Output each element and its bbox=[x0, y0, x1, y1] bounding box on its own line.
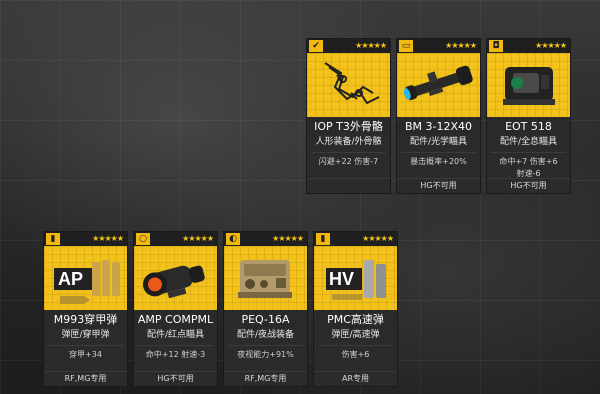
red-dot-icon: ○ bbox=[136, 233, 150, 245]
rarity-stars: ★★★★★ bbox=[355, 41, 387, 50]
equipment-stat: 伤害+6 bbox=[341, 350, 370, 359]
equipment-name: M993穿甲弹 bbox=[44, 311, 127, 329]
rarity-stars: ★★★★★ bbox=[182, 234, 214, 243]
equipment-name: PMC高速弹 bbox=[314, 311, 397, 329]
divider bbox=[311, 152, 386, 153]
equipment-restriction: RF,MG专用 bbox=[44, 371, 127, 386]
card-header: ◘ ★★★★★ bbox=[487, 39, 570, 53]
equipment-image-exoskeleton bbox=[307, 53, 390, 117]
equipment-restriction: AR专用 bbox=[314, 371, 397, 386]
divider bbox=[48, 345, 123, 346]
card-header: ▭ ★★★★★ bbox=[397, 39, 480, 53]
divider bbox=[401, 152, 476, 153]
equipment-image-hv-ammo: HV bbox=[314, 246, 397, 310]
equipment-category: 弹匣/高速弹 bbox=[331, 330, 380, 340]
equipment-image-laser-module bbox=[224, 246, 307, 310]
rarity-stars: ★★★★★ bbox=[92, 234, 124, 243]
equipment-stat: 命中+12 射速-3 bbox=[145, 350, 206, 359]
divider bbox=[228, 345, 303, 346]
equipment-card-pmc[interactable]: ▮ ★★★★★ HV PMC高速弹 弹匣/高速弹 伤害+6 AR专用 bbox=[314, 232, 397, 386]
holo-sight-icon: ◘ bbox=[489, 40, 503, 52]
equipment-stat: 暴击概率+20% bbox=[410, 157, 467, 166]
equipment-stat: 夜视能力+91% bbox=[237, 350, 294, 359]
card-header: ✔ ★★★★★ bbox=[307, 39, 390, 53]
rarity-stars: ★★★★★ bbox=[535, 41, 567, 50]
ammo-type-label: HV bbox=[329, 269, 354, 289]
card-header: ▮ ★★★★★ bbox=[314, 232, 397, 246]
equipment-stat: 穿甲+34 bbox=[69, 350, 102, 359]
equipment-card-eot[interactable]: ◘ ★★★★★ EOT 518 配件/全息瞄具 命中+7 伤害+6 射速-6 H… bbox=[487, 39, 570, 193]
card-header: ▮ ★★★★★ bbox=[44, 232, 127, 246]
equipment-stat: 闪避+22 伤害-7 bbox=[318, 157, 379, 166]
equipment-card-iop[interactable]: ✔ ★★★★★ IOP T3外骨骼 人形装备/外骨骼 闪避+22 伤害-7 bbox=[307, 39, 390, 193]
night-vision-icon: ◐ bbox=[226, 233, 240, 245]
ammo-icon: ▮ bbox=[46, 233, 60, 245]
equipment-card-amp[interactable]: ○ ★★★★★ AMP COMPML 配件/红点瞄具 命中+12 射速-3 HG… bbox=[134, 232, 217, 386]
card-header: ◐ ★★★★★ bbox=[224, 232, 307, 246]
exoskeleton-icon: ✔ bbox=[309, 40, 323, 52]
equipment-category: 配件/红点瞄具 bbox=[146, 330, 205, 340]
equipment-name: BM 3-12X40 bbox=[397, 118, 480, 136]
scope-icon: ▭ bbox=[399, 40, 413, 52]
rarity-stars: ★★★★★ bbox=[362, 234, 394, 243]
equipment-restriction: HG不可用 bbox=[397, 178, 480, 193]
divider bbox=[318, 345, 393, 346]
equipment-image-holo-sight bbox=[487, 53, 570, 117]
equipment-name: IOP T3外骨骼 bbox=[307, 118, 390, 136]
equipment-category: 配件/夜战装备 bbox=[236, 330, 295, 340]
card-header: ○ ★★★★★ bbox=[134, 232, 217, 246]
rarity-stars: ★★★★★ bbox=[445, 41, 477, 50]
equipment-name: PEQ-16A bbox=[224, 311, 307, 329]
divider bbox=[491, 152, 566, 153]
equipment-name: AMP COMPML bbox=[134, 311, 217, 329]
equipment-category: 配件/光学瞄具 bbox=[409, 137, 468, 147]
equipment-card-peq[interactable]: ◐ ★★★★★ PEQ-16A 配件/夜战装备 夜视能力+91% RF,MG专用 bbox=[224, 232, 307, 386]
ammo-type-label: AP bbox=[58, 269, 83, 289]
rarity-stars: ★★★★★ bbox=[272, 234, 304, 243]
equipment-image-ap-ammo: AP bbox=[44, 246, 127, 310]
equipment-category: 配件/全息瞄具 bbox=[499, 137, 558, 147]
equipment-restriction bbox=[307, 178, 390, 193]
equipment-card-m993[interactable]: ▮ ★★★★★ AP M993穿甲弹 弹匣/穿甲弹 穿甲+34 RF,MG专用 bbox=[44, 232, 127, 386]
hv-ammo-icon: ▮ bbox=[316, 233, 330, 245]
equipment-image-scope bbox=[397, 53, 480, 117]
equipment-card-bm[interactable]: ▭ ★★★★★ BM 3-12X40 配件/光学瞄具 暴击概率+20% HG不可… bbox=[397, 39, 480, 193]
equipment-name: EOT 518 bbox=[487, 118, 570, 136]
equipment-category: 人形装备/外骨骼 bbox=[315, 137, 382, 147]
equipment-image-red-dot bbox=[134, 246, 217, 310]
equipment-restriction: HG不可用 bbox=[487, 178, 570, 193]
equipment-restriction: HG不可用 bbox=[134, 371, 217, 386]
equipment-category: 弹匣/穿甲弹 bbox=[61, 330, 110, 340]
divider bbox=[138, 345, 213, 346]
equipment-restriction: RF,MG专用 bbox=[224, 371, 307, 386]
